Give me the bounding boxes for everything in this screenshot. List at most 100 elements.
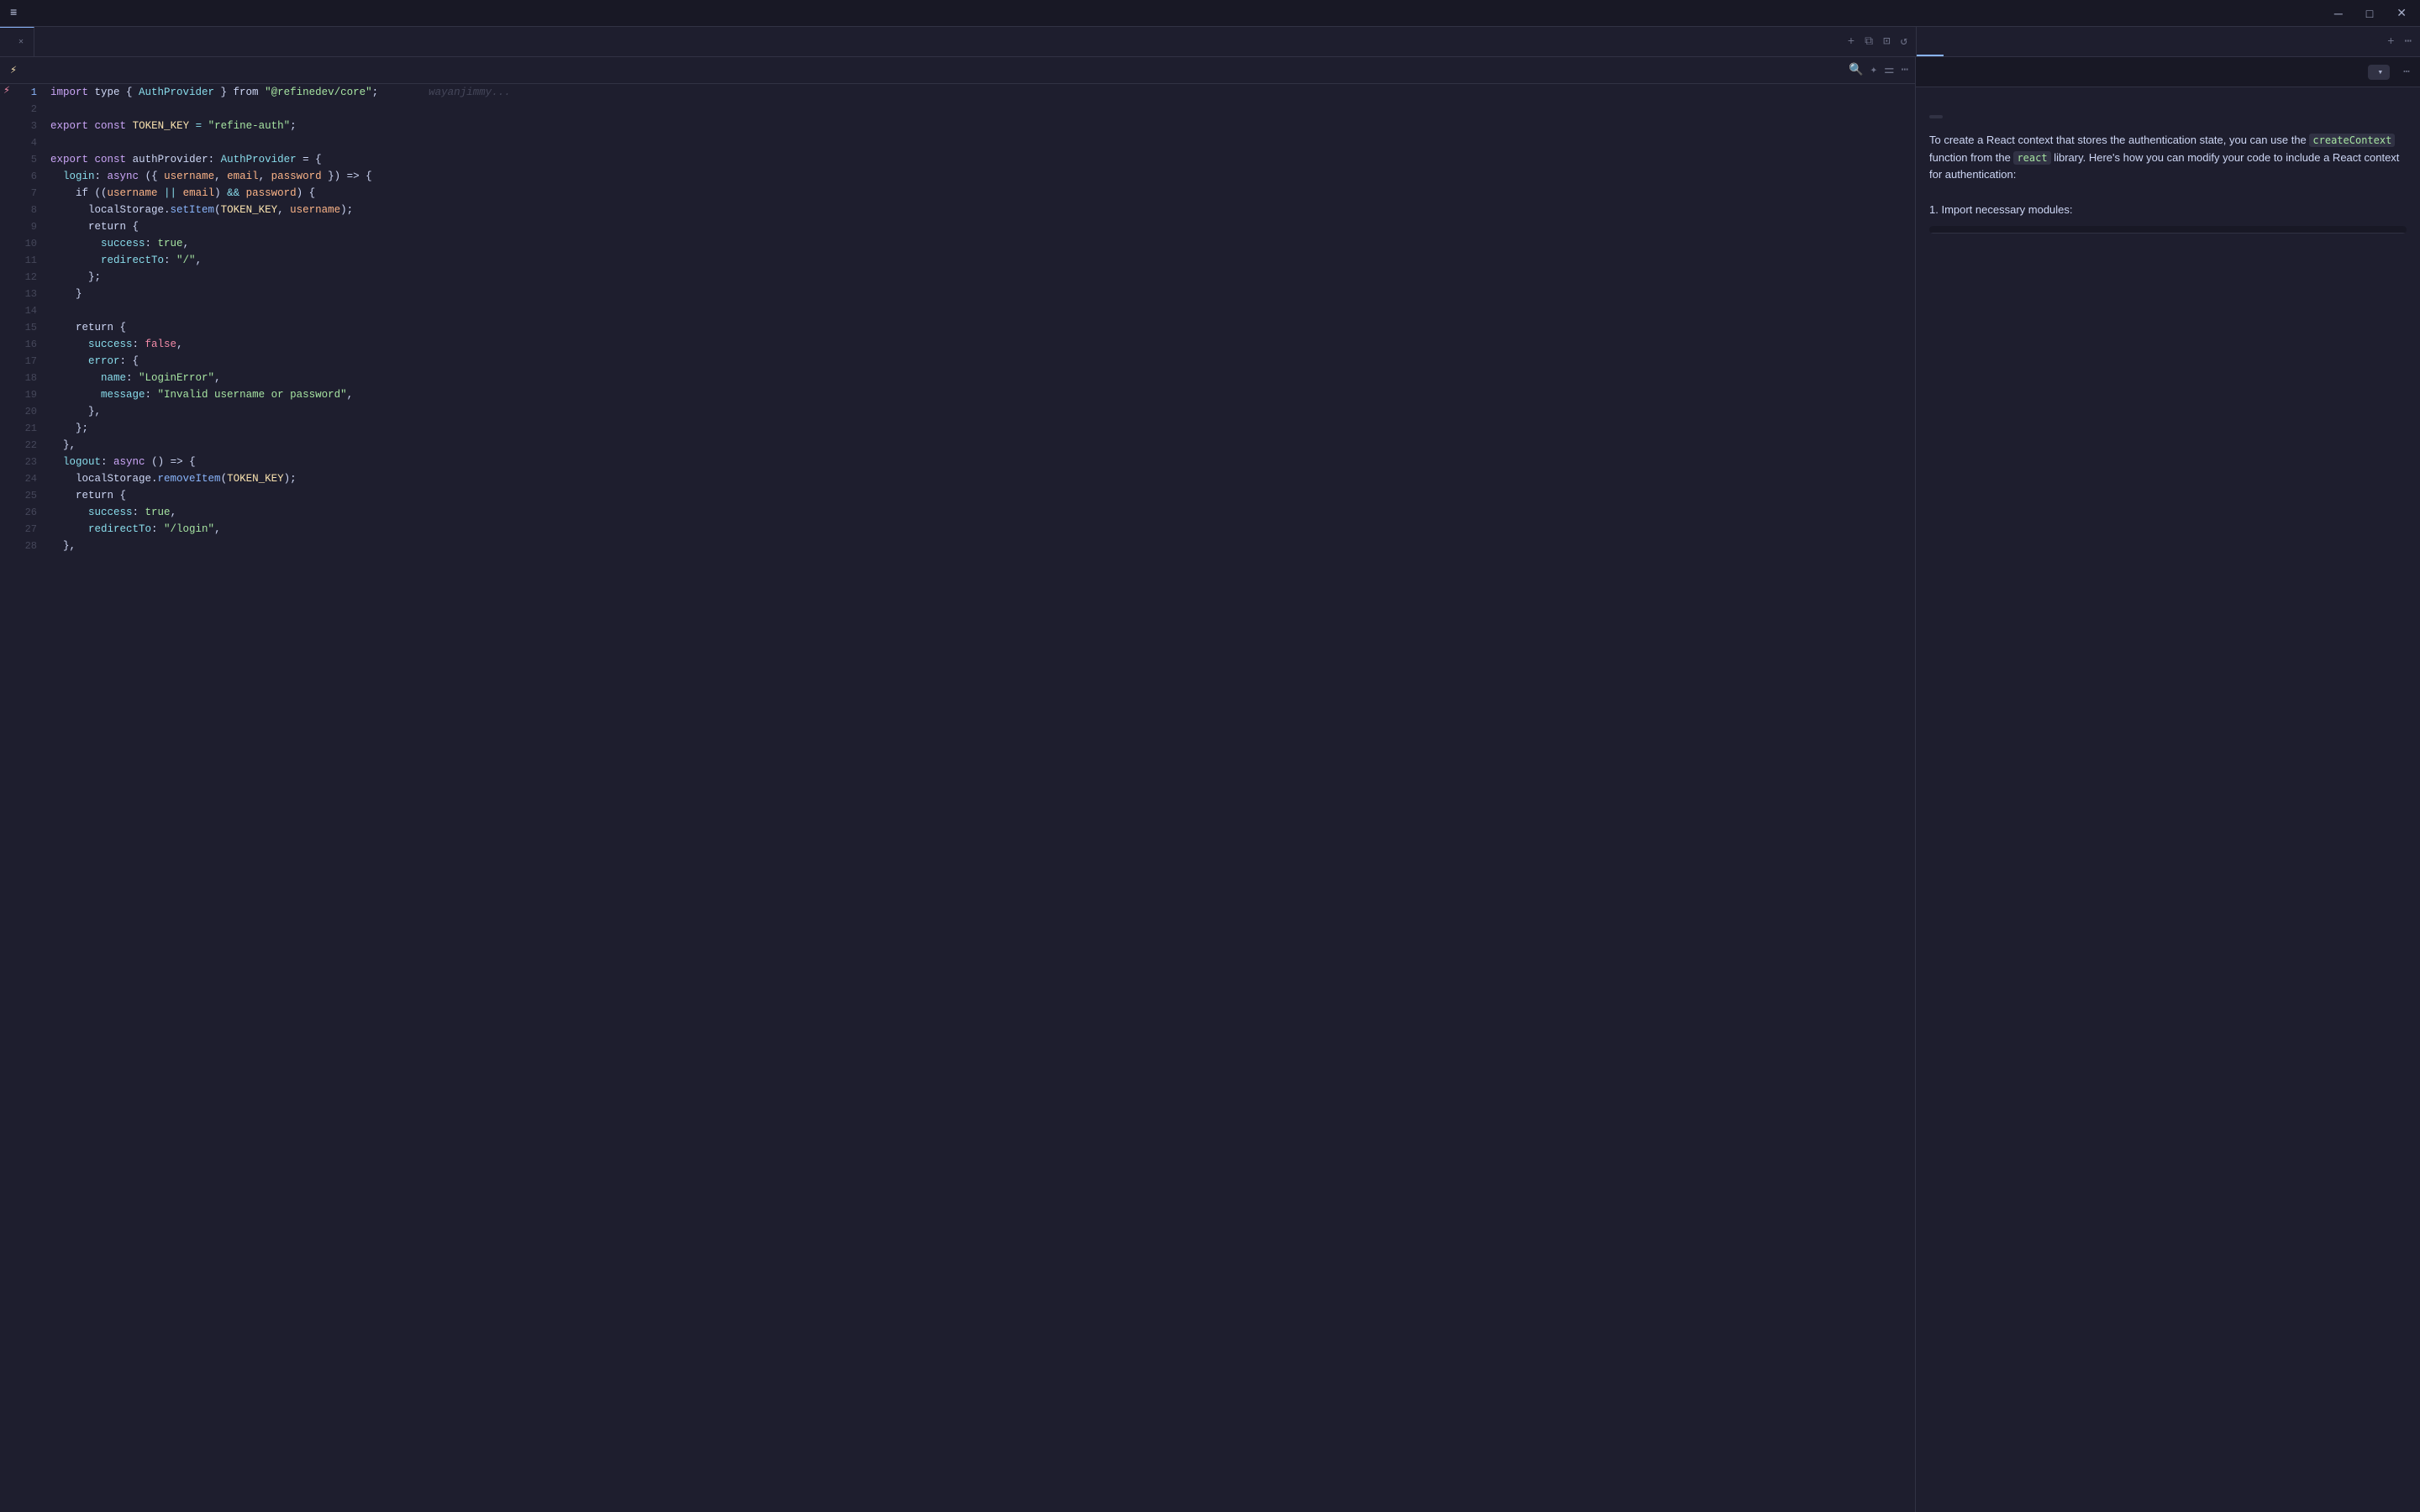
code-line-21: 21 }; bbox=[0, 420, 1915, 437]
maximize-editor-button[interactable]: ⊡ bbox=[1881, 33, 1891, 50]
line-content-25: return { bbox=[47, 487, 1915, 504]
line-content-20: }, bbox=[47, 403, 1915, 420]
line-number-11: 11 bbox=[13, 252, 47, 269]
line-content-15: return { bbox=[47, 319, 1915, 336]
code-line-6: 6 login: async ({ username, email, passw… bbox=[0, 168, 1915, 185]
close-button[interactable]: ✕ bbox=[2390, 6, 2413, 20]
code-line-14: 14 bbox=[0, 302, 1915, 319]
history-button[interactable]: ↺ bbox=[1899, 33, 1909, 50]
line-content-1: import type { AuthProvider } from "@refi… bbox=[47, 84, 1915, 101]
overflow-toolbar-icon[interactable]: ⋯ bbox=[1902, 63, 1908, 77]
code-line-5: 5 export const authProvider: AuthProvide… bbox=[0, 151, 1915, 168]
code-editor[interactable]: ⚡ 1 import type { AuthProvider } from "@… bbox=[0, 84, 1915, 1512]
code-line-19: 19 message: "Invalid username or passwor… bbox=[0, 386, 1915, 403]
line-content-10: success: true, bbox=[47, 235, 1915, 252]
ai-assistant-badge bbox=[1929, 115, 1943, 118]
line-number-9: 9 bbox=[13, 218, 47, 235]
line-number-2: 2 bbox=[13, 101, 47, 118]
line-number-1: 1 bbox=[13, 84, 47, 101]
tab-actions: + ⧉ ⊡ ↺ bbox=[1839, 27, 1916, 56]
code-line-13: 13 } bbox=[0, 286, 1915, 302]
code-line-26: 26 success: true, bbox=[0, 504, 1915, 521]
editor-panel: ⚡ 🔍 ✦ ⚌ ⋯ ⚡ 1 import type { AuthProvider… bbox=[0, 57, 1916, 1512]
code-lines: ⚡ 1 import type { AuthProvider } from "@… bbox=[0, 84, 1915, 554]
line-content-17: error: { bbox=[47, 353, 1915, 370]
line-number-5: 5 bbox=[13, 151, 47, 168]
code-line-1: ⚡ 1 import type { AuthProvider } from "@… bbox=[0, 84, 1915, 101]
line-number-16: 16 bbox=[13, 336, 47, 353]
line-content-6: login: async ({ username, email, passwor… bbox=[47, 168, 1915, 185]
editor-tab-bar: ✕ + ⧉ ⊡ ↺ bbox=[0, 27, 1916, 57]
line-content-8: localStorage.setItem(TOKEN_KEY, username… bbox=[47, 202, 1915, 218]
split-editor-button[interactable]: ⧉ bbox=[1863, 34, 1875, 50]
editor-tab-auth[interactable]: ✕ bbox=[0, 27, 34, 56]
line-content-23: logout: async () => { bbox=[47, 454, 1915, 470]
ai-tab-actions: + ⋯ bbox=[2379, 27, 2420, 56]
line-content-28: }, bbox=[47, 538, 1915, 554]
code-line-7: 7 if ((username || email) && password) { bbox=[0, 185, 1915, 202]
line-content-11: redirectTo: "/", bbox=[47, 252, 1915, 269]
line-content-27: redirectTo: "/login", bbox=[47, 521, 1915, 538]
ai-menu-button[interactable]: ⋯ bbox=[2403, 33, 2413, 50]
search-toolbar-icon[interactable]: 🔍 bbox=[1849, 63, 1863, 77]
line-number-19: 19 bbox=[13, 386, 47, 403]
code-line-24: 24 localStorage.removeItem(TOKEN_KEY); bbox=[0, 470, 1915, 487]
ai-code-block-1 bbox=[1929, 226, 2407, 234]
line-content-26: success: true, bbox=[47, 504, 1915, 521]
code-line-17: 17 error: { bbox=[0, 353, 1915, 370]
editor-toolbar: ⚡ 🔍 ✦ ⚌ ⋯ bbox=[0, 57, 1915, 84]
code-line-16: 16 success: false, bbox=[0, 336, 1915, 353]
new-tab-button[interactable]: + bbox=[1846, 34, 1856, 50]
ai-model-selector[interactable]: ▾ bbox=[2368, 65, 2391, 80]
line-number-10: 10 bbox=[13, 235, 47, 252]
line-content-9: return { bbox=[47, 218, 1915, 235]
title-branch[interactable] bbox=[67, 12, 74, 15]
ai-chat[interactable]: To create a React context that stores th… bbox=[1916, 87, 2420, 1512]
line-number-20: 20 bbox=[13, 403, 47, 420]
line-number-23: 23 bbox=[13, 454, 47, 470]
ai-panel: ▾ ⋯ To create a React context that store… bbox=[1916, 57, 2420, 1512]
code-line-28: 28 }, bbox=[0, 538, 1915, 554]
ai-assistant-message: To create a React context that stores th… bbox=[1929, 114, 2407, 240]
title-ser4[interactable] bbox=[27, 12, 34, 15]
line-number-25: 25 bbox=[13, 487, 47, 504]
ai-inline-code-createcontext: createContext bbox=[2309, 134, 2395, 147]
code-line-10: 10 success: true, bbox=[0, 235, 1915, 252]
ai-menu-icon[interactable]: ⋯ bbox=[2403, 66, 2410, 78]
ai-tab-refine[interactable] bbox=[1917, 27, 1944, 56]
line-number-4: 4 bbox=[13, 134, 47, 151]
code-line-23: 23 logout: async () => { bbox=[0, 454, 1915, 470]
line-number-26: 26 bbox=[13, 504, 47, 521]
title-bar: ≡ ─ □ ✕ bbox=[0, 0, 2420, 27]
line-number-28: 28 bbox=[13, 538, 47, 554]
line-content-7: if ((username || email) && password) { bbox=[47, 185, 1915, 202]
maximize-button[interactable]: □ bbox=[2360, 7, 2380, 20]
menu-icon[interactable]: ≡ bbox=[7, 3, 20, 24]
code-line-11: 11 redirectTo: "/", bbox=[0, 252, 1915, 269]
line-content-16: success: false, bbox=[47, 336, 1915, 353]
tab-close-icon[interactable]: ✕ bbox=[18, 37, 24, 47]
wand-toolbar-icon[interactable]: ✦ bbox=[1870, 63, 1877, 77]
line-content-18: name: "LoginError", bbox=[47, 370, 1915, 386]
code-line-8: 8 localStorage.setItem(TOKEN_KEY, userna… bbox=[0, 202, 1915, 218]
ai-step-1: 1. Import necessary modules: bbox=[1929, 202, 2407, 219]
line-number-14: 14 bbox=[13, 302, 47, 319]
code-line-15: 15 return { bbox=[0, 319, 1915, 336]
ai-new-tab-button[interactable]: + bbox=[2386, 34, 2396, 50]
line-number-3: 3 bbox=[13, 118, 47, 134]
toolbar-icons: 🔍 ✦ ⚌ ⋯ bbox=[1849, 63, 1908, 77]
line-content-5: export const authProvider: AuthProvider … bbox=[47, 151, 1915, 168]
line-content-13: } bbox=[47, 286, 1915, 302]
line-number-21: 21 bbox=[13, 420, 47, 437]
code-line-12: 12 }; bbox=[0, 269, 1915, 286]
line-number-27: 27 bbox=[13, 521, 47, 538]
line-content-22: }, bbox=[47, 437, 1915, 454]
format-toolbar-icon[interactable]: ⚌ bbox=[1884, 63, 1895, 77]
tab-row: ✕ + ⧉ ⊡ ↺ + ⋯ bbox=[0, 27, 2420, 57]
minimize-button[interactable]: ─ bbox=[2328, 7, 2349, 20]
code-line-27: 27 redirectTo: "/login", bbox=[0, 521, 1915, 538]
title-project[interactable] bbox=[47, 12, 54, 15]
line-number-18: 18 bbox=[13, 370, 47, 386]
line-number-15: 15 bbox=[13, 319, 47, 336]
ai-inline-code-react: react bbox=[2013, 151, 2050, 165]
